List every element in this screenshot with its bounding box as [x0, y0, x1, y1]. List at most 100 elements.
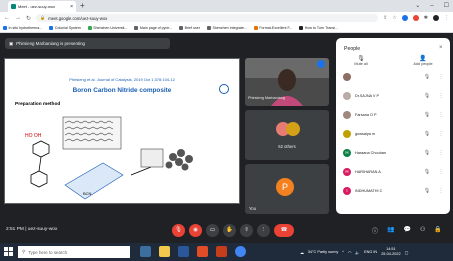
chrome-icon[interactable] — [235, 246, 246, 257]
participant-name: Haraana Chouhan — [355, 151, 387, 155]
volume-icon[interactable]: 🔈 — [355, 250, 360, 255]
search-placeholder: Type here to search — [28, 249, 68, 255]
chevron-down-icon[interactable]: ⌄ — [415, 0, 420, 12]
profile-avatar[interactable] — [433, 15, 439, 21]
captions-icon[interactable]: ▭ — [206, 224, 219, 237]
lock-icon[interactable]: 🔒 — [434, 226, 441, 235]
wifi-icon[interactable]: ◠ — [348, 250, 351, 255]
mute-all-button[interactable]: 🎙 Mute all — [346, 55, 376, 66]
tab-title: Meet - uez-suuy-wox — [18, 4, 56, 9]
add-person-icon: 👤 — [419, 56, 427, 62]
lock-icon: 🔒 — [40, 15, 46, 20]
meet-controls-bar: 2:51 PM | uez-suuy-wox 🎙 ◉ ▭ ✋ ⇧ ⋮ ☎ ⓘ 👥… — [0, 219, 453, 243]
close-icon[interactable]: × — [439, 45, 443, 51]
info-icon[interactable]: ⓘ — [372, 226, 378, 235]
word-icon[interactable] — [178, 246, 189, 257]
end-call-icon[interactable]: ☎ — [274, 224, 294, 237]
more-icon[interactable]: ⋮ — [436, 131, 446, 137]
raise-hand-icon[interactable]: ✋ — [223, 224, 236, 237]
slide-subtitle: Preparation method — [15, 102, 61, 107]
bookmark-0[interactable]: In situ hydrotherma... — [3, 26, 42, 30]
task-view-icon[interactable] — [140, 246, 151, 257]
mic-off-icon[interactable]: 🎙 — [172, 224, 185, 237]
chat-icon[interactable]: 💬 — [404, 226, 411, 235]
bookmark-7[interactable]: How to Turn Transi... — [299, 26, 338, 30]
more-icon[interactable]: ⋮ — [436, 188, 446, 194]
mic-off-icon[interactable]: 🎙 — [422, 169, 432, 175]
participant-row[interactable]: H HARIHARAN A 🎙 ⋮ — [336, 165, 450, 179]
camera-name: Phirsieng Marbaniang — [248, 96, 285, 100]
participant-row[interactable]: H Haraana Chouhan 🎙 ⋮ — [336, 146, 450, 160]
avatar — [343, 111, 351, 119]
powerpoint-icon[interactable] — [216, 246, 227, 257]
more-icon[interactable]: ⋮ — [436, 74, 446, 80]
people-icon[interactable]: 👥 — [387, 226, 394, 235]
forward-icon[interactable]: → — [15, 15, 21, 21]
more-icon[interactable]: ⋮ — [436, 150, 446, 156]
synthesis-illustration: HO OH BCN — [25, 116, 193, 200]
slide-title: Boron Carbon Nitride composite — [72, 87, 172, 94]
present-icon[interactable]: ⇧ — [240, 224, 253, 237]
browser-tab[interactable]: Meet - uez-suuy-wox × — [8, 1, 76, 12]
new-tab-button[interactable]: + — [80, 1, 85, 11]
mic-off-icon[interactable]: 🎙 — [422, 188, 432, 194]
more-icon[interactable]: ⋮ — [436, 112, 446, 118]
avatar — [343, 92, 351, 100]
product-label: BCN — [83, 191, 92, 196]
puzzle-icon[interactable]: ✱ — [424, 15, 428, 21]
panel-title: People — [344, 46, 361, 52]
bookmark-1[interactable]: Colonial System — [49, 26, 81, 30]
back-icon[interactable]: ← — [4, 15, 10, 21]
extension-icon[interactable] — [401, 15, 408, 21]
clock[interactable]: 14:51 25-04-2022 — [381, 247, 400, 257]
participant-row[interactable]: Dr.SAJNA V P 🎙 ⋮ — [336, 89, 450, 103]
avatar: H — [343, 149, 351, 157]
maximize-button[interactable]: ☐ — [444, 0, 449, 12]
activities-icon[interactable]: ⚇ — [420, 226, 425, 235]
more-icon[interactable]: ⋮ — [436, 93, 446, 99]
notification-icon[interactable]: ▢ — [405, 250, 409, 255]
chevron-up-icon[interactable]: ^ — [342, 250, 344, 254]
more-icon[interactable]: ⋮ — [436, 169, 446, 175]
molecule-label: HO OH — [25, 133, 42, 139]
share-icon[interactable]: ⇪ — [383, 15, 387, 21]
reload-icon[interactable]: ↻ — [26, 15, 31, 22]
participant-row[interactable]: 🎙 ⋮ — [336, 70, 450, 84]
star-icon[interactable]: ☆ — [392, 15, 396, 21]
file-explorer-icon[interactable] — [159, 246, 170, 257]
slide-citation: Phirsieng et al. Journal of Catalysis, 2… — [69, 77, 175, 82]
taskbar-search[interactable]: ⚲ Type here to search — [18, 246, 130, 258]
participant-row[interactable]: gowsalya m 🎙 ⋮ — [336, 127, 450, 141]
bookmark-6[interactable]: Format-Excellent F... — [253, 26, 292, 30]
extension-icon[interactable] — [412, 15, 419, 21]
bookmark-3[interactable]: Main page of pycir... — [134, 26, 172, 30]
mic-off-icon[interactable]: 🎙 — [422, 131, 432, 137]
omnibox[interactable]: 🔒 meet.google.com/uez-suuy-wox — [36, 14, 379, 22]
camera-off-icon[interactable]: ◉ — [189, 224, 202, 237]
bookmark-2[interactable]: Shenzhen Universit... — [87, 26, 127, 30]
minimize-button[interactable]: – — [430, 0, 433, 12]
system-tray: ☁ 34°C Partly sunny ^ ◠ 🔈 ENG IN 14:51 2… — [300, 243, 408, 261]
bookmark-5[interactable]: Shenzhen Integrate... — [206, 26, 247, 30]
participant-row[interactable]: I INDHUMATHI C 🎙 ⋮ — [336, 184, 450, 198]
mic-off-icon[interactable]: 🎙 — [422, 112, 432, 118]
bookmark-4[interactable]: Brief user — [179, 26, 200, 30]
self-tile[interactable]: P You — [245, 164, 329, 214]
mic-off-icon[interactable]: 🎙 — [422, 93, 432, 99]
tab-bar: Meet - uez-suuy-wox × + ⌄ – ☐ — [0, 0, 453, 12]
mic-off-icon[interactable]: 🎙 — [422, 150, 432, 156]
firefox-icon[interactable] — [197, 246, 208, 257]
close-tab-icon[interactable]: × — [70, 4, 73, 10]
nanoparticle-cluster — [165, 149, 193, 171]
others-tile[interactable]: 62 others — [245, 110, 329, 160]
self-avatar: P — [276, 178, 294, 196]
avatar — [343, 73, 351, 81]
language-indicator[interactable]: ENG IN — [364, 250, 377, 254]
add-people-button[interactable]: 👤 Add people — [406, 55, 440, 66]
participant-row[interactable]: Farsana O P 🎙 ⋮ — [336, 108, 450, 122]
mic-off-icon[interactable]: 🎙 — [422, 74, 432, 80]
windows-start-icon[interactable] — [4, 247, 13, 256]
menu-dots-icon[interactable]: ⋮ — [444, 15, 449, 21]
more-options-icon[interactable]: ⋮ — [257, 224, 270, 237]
camera-tile[interactable]: Phirsieng Marbaniang — [245, 58, 329, 106]
